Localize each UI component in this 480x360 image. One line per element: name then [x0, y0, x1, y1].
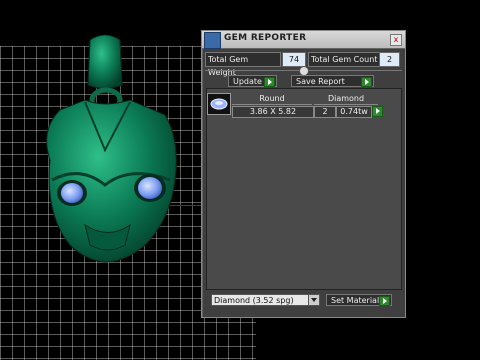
- chevron-down-icon: [308, 295, 319, 305]
- save-report-button[interactable]: Save Report: [291, 75, 374, 87]
- save-report-button-label: Save Report: [296, 77, 345, 86]
- play-arrow-icon: [379, 296, 390, 306]
- play-arrow-icon: [264, 77, 275, 87]
- update-button-label: Update: [233, 77, 262, 86]
- total-gem-count-label: Total Gem Count: [308, 52, 381, 67]
- round-gem-icon[interactable]: [207, 93, 231, 115]
- play-arrow-icon[interactable]: [372, 106, 383, 117]
- material-select[interactable]: Diamond (3.52 spg): [211, 294, 320, 306]
- column-header-round: Round: [232, 94, 312, 105]
- update-button[interactable]: Update: [228, 75, 277, 87]
- panel-title: GEM REPORTER: [224, 33, 307, 43]
- gem-weight-cell: 0.74tw: [336, 106, 372, 118]
- gem-size-cell: 3.86 X 5.82: [232, 106, 314, 118]
- gem-reporter-panel: GEM REPORTER x Total Gem Weight 74 Total…: [201, 30, 406, 318]
- total-gem-count-value: 2: [379, 52, 400, 67]
- total-gem-weight-label: Total Gem Weight: [205, 52, 281, 77]
- set-material-button-label: Set Material: [331, 296, 380, 305]
- material-select-value: Diamond (3.52 spg): [214, 296, 294, 305]
- set-material-button[interactable]: Set Material: [326, 294, 392, 306]
- total-gem-weight-value: 74: [282, 52, 306, 67]
- panel-titlebar[interactable]: GEM REPORTER x: [202, 31, 405, 49]
- column-header-diamond: Diamond: [314, 94, 378, 105]
- play-arrow-icon: [361, 77, 372, 87]
- gem-reporter-app-icon: [204, 32, 221, 49]
- pendant-model[interactable]: [30, 30, 210, 280]
- gem-list[interactable]: [206, 88, 402, 290]
- gem-stats-row: Total Gem Weight 74 Total Gem Count 2: [205, 52, 402, 77]
- close-icon[interactable]: x: [390, 34, 402, 46]
- gem-count-cell: 2: [314, 106, 336, 118]
